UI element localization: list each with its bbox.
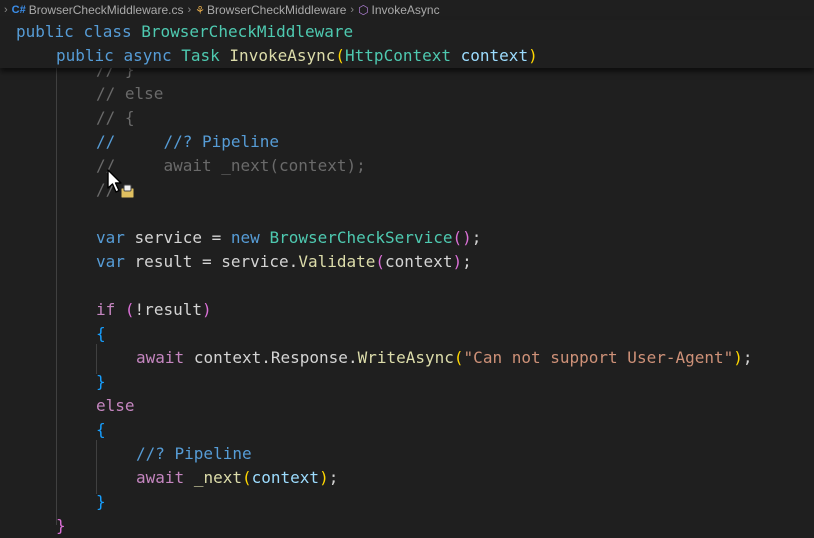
code-line-write: await context.Response.WriteAsync("Can n… [136,348,753,367]
method-name: InvokeAsync [229,46,336,65]
comment-line: // { [96,108,135,127]
code-line-service: var service = new BrowserCheckService(); [96,228,482,247]
sticky-line-class[interactable]: public class BrowserCheckMiddleware [16,20,353,44]
brace-close: } [96,492,106,511]
brace-close-final: } [56,516,66,535]
mouse-cursor-icon [107,169,135,199]
code-editor[interactable]: // } // else // { // //? Pipeline // awa… [0,0,814,535]
brace-open: { [96,324,106,343]
brace-open: { [96,420,106,439]
comment-line: // //? Pipeline [96,132,280,151]
comment-pipeline: //? Pipeline [136,444,252,463]
comment-line: // else [96,84,164,103]
code-line-result: var result = service.Validate(context); [96,252,472,271]
code-line-if: if (!result) [96,300,212,319]
indent-guide [96,440,97,494]
sticky-scroll-header[interactable]: public class BrowserCheckMiddleware publ… [0,20,814,68]
code-line-next: await _next(context); [136,468,339,487]
brace-close: } [96,372,106,391]
sticky-line-method[interactable]: public async Task InvokeAsync(HttpContex… [56,44,538,68]
class-name: BrowserCheckMiddleware [141,22,354,41]
indent-guide [56,68,57,525]
code-line-else: else [96,396,135,415]
